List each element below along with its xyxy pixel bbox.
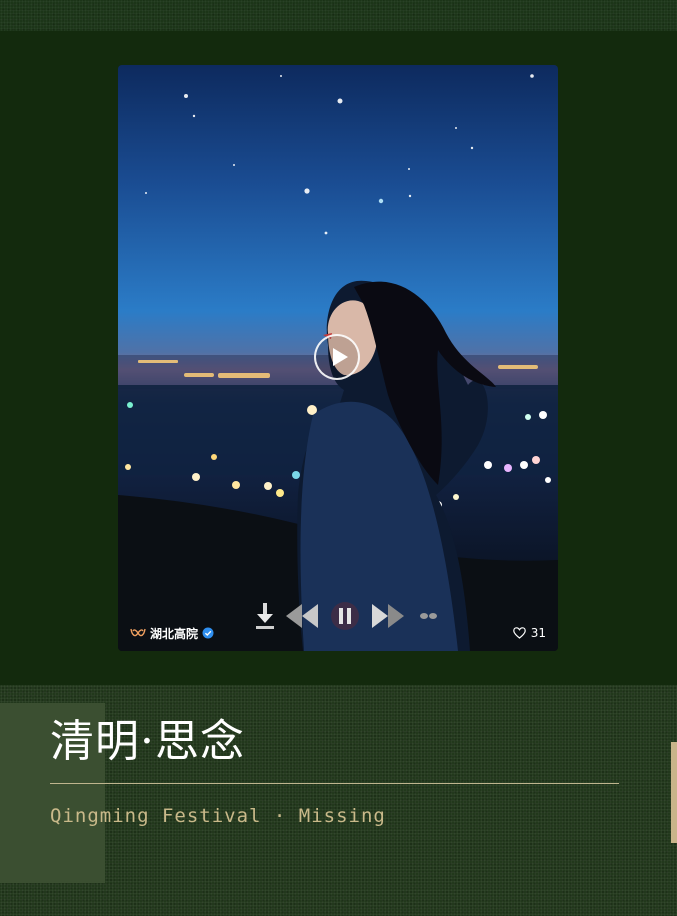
like-button[interactable]: 31 [512, 625, 546, 641]
section-subtitle: Qingming Festival · Missing [50, 805, 386, 827]
top-texture-band [0, 0, 677, 31]
verified-badge-icon [202, 627, 214, 639]
account-name[interactable]: 湖北高院 [150, 625, 198, 642]
video-section: 湖北高院 31 [0, 31, 677, 685]
fast-forward-icon[interactable] [370, 601, 406, 631]
download-icon[interactable] [254, 601, 276, 631]
decorative-right-tab [671, 742, 677, 843]
play-icon[interactable] [314, 334, 360, 380]
playback-controls [254, 601, 444, 635]
heart-icon [512, 627, 526, 639]
video-player[interactable]: 湖北高院 31 [118, 65, 558, 651]
pause-icon[interactable] [330, 601, 360, 631]
section-title: 清明·思念 [50, 716, 245, 767]
rewind-icon[interactable] [284, 601, 320, 631]
account-info[interactable]: 湖北高院 [130, 625, 214, 641]
channel-logo-icon [130, 628, 146, 637]
title-divider [50, 783, 619, 784]
title-section: 清明·思念 Qingming Festival · Missing [0, 685, 677, 916]
more-icon[interactable] [418, 609, 440, 623]
like-count: 31 [530, 626, 546, 640]
